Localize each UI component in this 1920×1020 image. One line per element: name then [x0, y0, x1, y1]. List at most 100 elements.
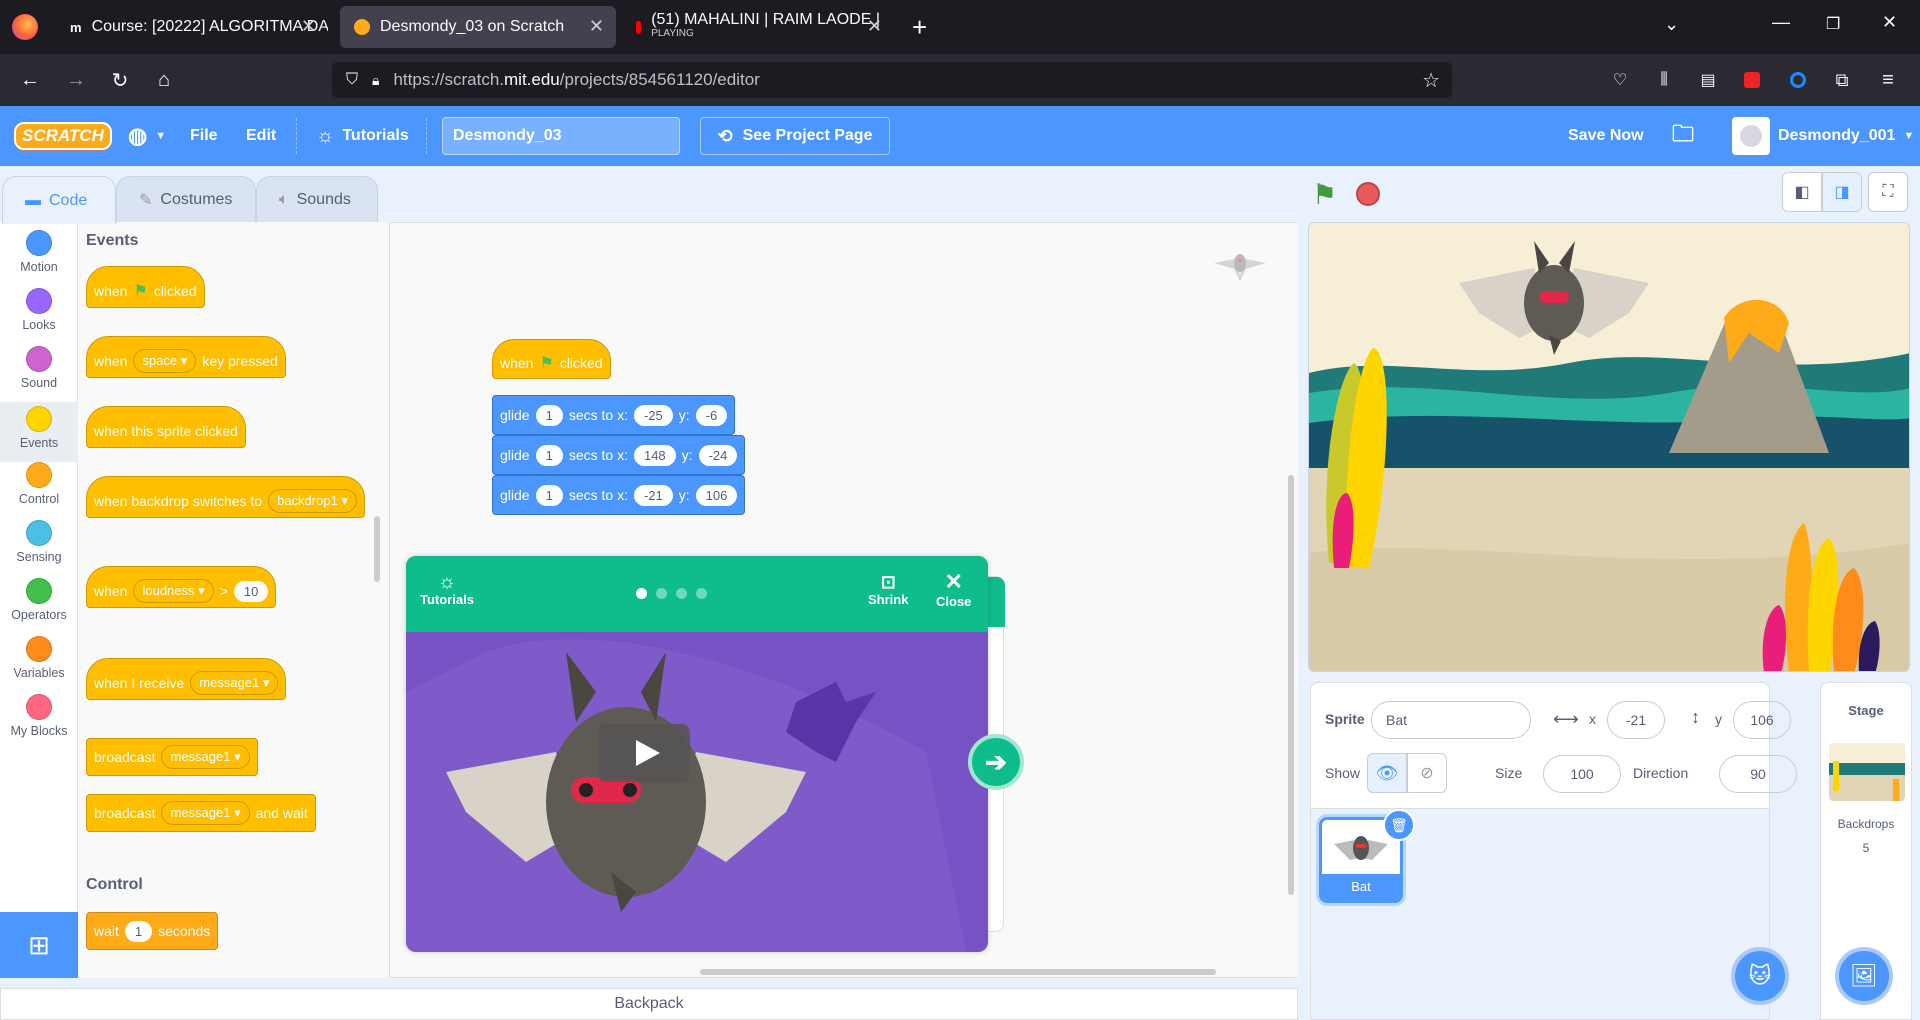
normal-stage-button[interactable]: ◨ [1822, 172, 1862, 212]
block-when-loudness[interactable]: when loudness ▾ >10 [86, 566, 277, 608]
page-dot[interactable] [696, 588, 707, 599]
script-glide-block[interactable]: glide 1 secs to x: -21 y: 106 [492, 475, 746, 515]
delete-sprite-button[interactable]: 🗑︎ [1383, 809, 1415, 841]
choose-backdrop-button[interactable]: 🖼︎ [1835, 947, 1893, 1005]
show-hidden-button[interactable]: ⊘ [1407, 753, 1447, 793]
stage-canvas[interactable] [1308, 222, 1910, 672]
stage-selector[interactable]: Stage Backdrops 5 🖼︎ [1820, 682, 1912, 1020]
my-stuff-folder-icon[interactable]: 🗀︎ [1672, 106, 1694, 166]
extension-icon[interactable] [1738, 66, 1766, 94]
sprite-name-input[interactable]: Bat [1371, 701, 1531, 739]
language-menu[interactable]: ◍ ▼ [128, 106, 166, 166]
sprite-label: Sprite [1325, 711, 1365, 727]
block-wait[interactable]: wait 1 seconds [86, 912, 219, 950]
edit-menu[interactable]: Edit [246, 106, 276, 166]
backpack[interactable]: Backpack [0, 988, 1298, 1020]
back-icon[interactable]: ← [16, 66, 44, 94]
category-looks[interactable]: Looks [0, 288, 78, 332]
close-tab-icon[interactable]: ✕ [301, 16, 316, 37]
category-motion[interactable]: Motion [0, 230, 78, 274]
script-glide-block[interactable]: glide 1 secs to x: -25 y: -6 [492, 395, 736, 435]
tab-code[interactable]: ▬ Code [2, 176, 116, 224]
category-operators[interactable]: Operators [0, 578, 78, 622]
restore-icon[interactable]: ❐ [1826, 14, 1840, 34]
reload-icon[interactable]: ↻ [106, 66, 134, 94]
tutorials-label[interactable]: ☼ Tutorials [420, 572, 474, 607]
tutorial-video[interactable] [406, 632, 988, 952]
y-input[interactable]: 106 [1733, 701, 1791, 739]
add-extension-button[interactable]: ⊞ [0, 912, 78, 978]
script-glide-block[interactable]: glide 1 secs to x: 148 y: -24 [492, 435, 746, 475]
youtube-icon [636, 20, 642, 34]
home-icon[interactable]: ⌂ [150, 66, 178, 94]
account-menu[interactable]: Desmondy_001 ▼ [1732, 106, 1914, 166]
reader-icon[interactable]: ▤ [1694, 66, 1722, 94]
close-button[interactable]: ✕ Close [936, 570, 971, 610]
tab-costumes[interactable]: ✎ Costumes [116, 176, 256, 222]
edge-extension-icon[interactable] [1784, 66, 1812, 94]
stage-title: Stage [1848, 703, 1884, 718]
tab-youtube[interactable]: (51) MAHALINI | RAIM LAODE | PLAYING ✕ [622, 6, 894, 48]
save-now-button[interactable]: Save Now [1568, 106, 1644, 166]
show-visible-button[interactable]: 👁︎ [1367, 753, 1407, 793]
category-sound[interactable]: Sound [0, 346, 78, 390]
app-menu-icon[interactable]: ≡ [1874, 66, 1902, 94]
category-control[interactable]: Control [0, 462, 78, 506]
x-arrows-icon: ⟷ [1553, 709, 1579, 729]
library-icon[interactable]: ⫼ [1650, 66, 1678, 94]
lock-icon: 🔒︎ [372, 71, 380, 88]
close-tab-icon[interactable]: ✕ [589, 16, 604, 37]
category-variables[interactable]: Variables [0, 636, 78, 680]
x-label: x [1589, 711, 1596, 727]
tab-course[interactable]: m Course: [20222] ALGORITMA DA ✕ [56, 6, 328, 48]
category-events[interactable]: Events [0, 402, 78, 462]
block-broadcast[interactable]: broadcast message1 ▾ [86, 738, 258, 776]
direction-input[interactable]: 90 [1719, 755, 1797, 793]
block-palette: Events when ⚑ clicked when space ▾ key press… [78, 222, 390, 978]
tab-scratch[interactable]: Desmondy_03 on Scratch ✕ [340, 6, 616, 48]
size-input[interactable]: 100 [1543, 755, 1621, 793]
green-flag-button[interactable]: ⚑ [1312, 180, 1344, 210]
page-dot[interactable] [636, 588, 647, 599]
minimize-icon[interactable]: — [1772, 12, 1790, 33]
page-dot[interactable] [676, 588, 687, 599]
stop-button[interactable] [1356, 182, 1380, 206]
file-menu[interactable]: File [190, 106, 218, 166]
block-when-key-pressed[interactable]: when space ▾ key pressed [86, 336, 286, 378]
vertical-scrollbar[interactable] [1288, 475, 1294, 895]
new-tab-button[interactable]: + [912, 12, 927, 43]
choose-sprite-button[interactable]: 🐱︎ [1731, 947, 1789, 1005]
see-project-page-button[interactable]: ⟲ See Project Page [700, 117, 890, 155]
scratch-logo[interactable]: SCRATCH [14, 106, 112, 166]
block-when-i-receive[interactable]: when I receive message1 ▾ [86, 658, 287, 700]
small-stage-button[interactable]: ◧ [1782, 172, 1822, 212]
palette-scrollbar[interactable] [374, 516, 380, 582]
pocket-icon[interactable]: ♡ [1606, 66, 1634, 94]
project-title-input[interactable]: Desmondy_03 [442, 117, 680, 155]
refresh-icon: ⟲ [717, 125, 733, 146]
close-tab-icon[interactable]: ✕ [867, 16, 882, 37]
category-sensing[interactable]: Sensing [0, 520, 78, 564]
next-step-button[interactable]: ➔ [968, 734, 1024, 790]
extensions-icon[interactable]: ⧉ [1828, 66, 1856, 94]
category-my-blocks[interactable]: My Blocks [0, 694, 78, 738]
forward-icon[interactable]: → [62, 66, 90, 94]
block-broadcast-and-wait[interactable]: broadcast message1 ▾ and wait [86, 794, 316, 832]
page-dot[interactable] [656, 588, 667, 599]
close-window-icon[interactable]: ✕ [1882, 12, 1897, 33]
firefox-icon[interactable] [12, 14, 38, 40]
tab-sounds[interactable]: 🔈︎ Sounds [256, 176, 378, 222]
block-when-flag-clicked[interactable]: when ⚑ clicked [86, 266, 205, 308]
script-when-flag-clicked[interactable]: when ⚑ clicked [492, 339, 611, 379]
url-bar[interactable]: ⛉ 🔒︎ https://scratch. mit.edu/projects/85… [332, 62, 1452, 98]
bookmark-star-icon[interactable]: ☆ [1422, 68, 1440, 93]
x-input[interactable]: -21 [1607, 701, 1665, 739]
tutorials-button[interactable]: ☼ Tutorials [316, 106, 409, 166]
horizontal-scrollbar[interactable] [700, 969, 1216, 975]
shrink-button[interactable]: ⊡ Shrink [868, 572, 908, 607]
block-when-sprite-clicked[interactable]: when this sprite clicked [86, 406, 246, 448]
block-when-backdrop-switches[interactable]: when backdrop switches to backdrop1 ▾ [86, 476, 365, 518]
y-label: y [1715, 711, 1722, 727]
fullscreen-button[interactable]: ⛶ [1868, 172, 1908, 212]
list-tabs-icon[interactable]: ⌄ [1664, 14, 1679, 35]
